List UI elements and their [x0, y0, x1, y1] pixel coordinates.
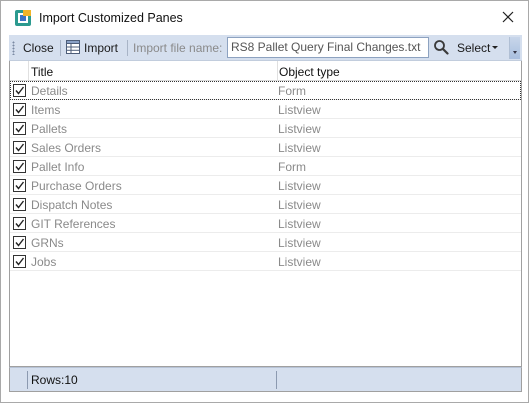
row-checkbox[interactable] — [13, 236, 26, 249]
status-separator — [276, 371, 277, 389]
status-separator — [27, 371, 28, 389]
row-title: Details — [31, 84, 68, 98]
row-checkbox[interactable] — [13, 217, 26, 230]
checkmark-icon — [15, 181, 25, 190]
row-checkbox[interactable] — [13, 255, 26, 268]
toolbar-separator — [60, 40, 61, 56]
row-checkbox[interactable] — [13, 84, 26, 97]
toolbar: Close Import Import file name: RS8 Palle… — [9, 35, 522, 61]
chevron-down-icon[interactable] — [492, 46, 498, 49]
checkmark-icon — [15, 238, 25, 247]
select-dropdown-button[interactable]: Select — [457, 39, 490, 57]
row-title: Pallet Info — [31, 160, 85, 174]
checkmark-icon — [15, 124, 25, 133]
row-object-type: Listview — [278, 103, 321, 117]
import-file-name-field[interactable]: RS8 Pallet Query Final Changes.txt — [227, 37, 429, 58]
checkmark-icon — [15, 105, 25, 114]
toolbar-overflow-button[interactable] — [509, 37, 520, 59]
import-customized-panes-dialog: Import Customized Panes Close Import Imp… — [0, 0, 529, 403]
app-logo-icon — [15, 10, 31, 26]
row-checkbox[interactable] — [13, 160, 26, 173]
column-separator[interactable] — [277, 61, 278, 81]
table-row[interactable]: Items Listview — [10, 100, 521, 119]
row-object-type: Listview — [278, 141, 321, 155]
row-checkbox[interactable] — [13, 179, 26, 192]
table-row[interactable]: GIT References Listview — [10, 214, 521, 233]
search-icon[interactable] — [433, 39, 449, 55]
checkmark-icon — [15, 86, 25, 95]
row-object-type: Form — [278, 84, 306, 98]
row-title: Purchase Orders — [31, 179, 122, 193]
table-row[interactable]: Pallets Listview — [10, 119, 521, 138]
row-title: Pallets — [31, 122, 68, 136]
column-separator[interactable] — [28, 61, 29, 81]
import-button[interactable]: Import — [84, 39, 118, 57]
status-bar: Rows:10 — [9, 367, 522, 392]
row-title: GIT References — [31, 217, 116, 231]
close-button[interactable]: Close — [23, 39, 54, 57]
row-object-type: Form — [278, 160, 306, 174]
row-object-type: Listview — [278, 217, 321, 231]
table-icon — [66, 40, 80, 54]
grid-header: Title Object type — [10, 61, 521, 81]
window-title: Import Customized Panes — [39, 11, 183, 25]
row-title: GRNs — [31, 236, 64, 250]
row-object-type: Listview — [278, 236, 321, 250]
row-object-type: Listview — [278, 255, 321, 269]
row-checkbox[interactable] — [13, 198, 26, 211]
table-row[interactable]: Purchase Orders Listview — [10, 176, 521, 195]
row-title: Jobs — [31, 255, 57, 269]
row-checkbox[interactable] — [13, 103, 26, 116]
checkmark-icon — [15, 257, 25, 266]
row-checkbox[interactable] — [13, 122, 26, 135]
row-checkbox[interactable] — [13, 141, 26, 154]
row-object-type: Listview — [278, 122, 321, 136]
table-row[interactable]: Details Form — [10, 81, 521, 100]
toolbar-separator — [127, 40, 128, 56]
checkmark-icon — [15, 200, 25, 209]
row-title: Items — [31, 103, 61, 117]
row-title: Dispatch Notes — [31, 198, 113, 212]
checkmark-icon — [15, 143, 25, 152]
table-row[interactable]: Pallet Info Form — [10, 157, 521, 176]
import-file-name-label: Import file name: — [133, 41, 223, 55]
row-object-type: Listview — [278, 179, 321, 193]
row-count-status: Rows:10 — [31, 373, 78, 387]
row-title: Sales Orders — [31, 141, 102, 155]
checkmark-icon — [15, 162, 25, 171]
toolbar-grip[interactable] — [12, 41, 15, 55]
table-row[interactable]: Jobs Listview — [10, 252, 521, 271]
checkmark-icon — [15, 219, 25, 228]
close-icon[interactable] — [500, 9, 516, 25]
panes-grid: Title Object type Details Form Items Lis… — [9, 61, 522, 367]
title-bar: Import Customized Panes — [1, 1, 528, 34]
row-object-type: Listview — [278, 198, 321, 212]
column-header-title[interactable]: Title — [31, 65, 53, 79]
column-header-object-type[interactable]: Object type — [279, 65, 340, 79]
table-row[interactable]: Sales Orders Listview — [10, 138, 521, 157]
table-row[interactable]: Dispatch Notes Listview — [10, 195, 521, 214]
table-row[interactable]: GRNs Listview — [10, 233, 521, 252]
